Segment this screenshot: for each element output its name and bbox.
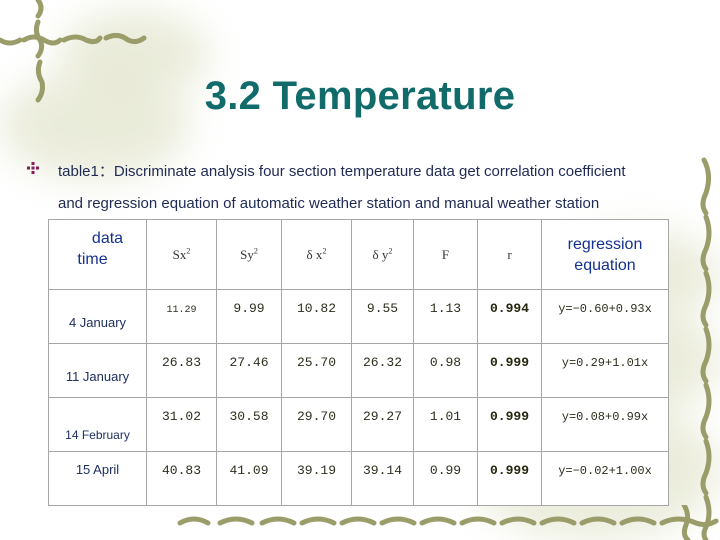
date-label: 4 January bbox=[68, 314, 127, 330]
value-r: 0.994 bbox=[489, 300, 529, 316]
value-dx2: 29.70 bbox=[296, 408, 336, 424]
value-f: 1.13 bbox=[429, 300, 462, 316]
value-dx2: 39.19 bbox=[296, 462, 336, 478]
regression-table: data time Sx2 Sy2 δ x2 δ y2 F r regressi… bbox=[48, 219, 669, 506]
table-row: 4 January 11.29 9.99 10.82 9.55 1.13 0.9… bbox=[48, 289, 669, 344]
header-dx2-label: δ x bbox=[306, 246, 323, 262]
value-sy2: 9.99 bbox=[233, 300, 265, 316]
table-caption-line-1: table1：Discriminate analysis four sectio… bbox=[58, 163, 626, 180]
header-dy2: δ y2 bbox=[351, 219, 414, 290]
cell-r: 0.999 bbox=[477, 397, 542, 452]
value-r: 0.999 bbox=[489, 408, 529, 424]
cell-f: 0.99 bbox=[413, 451, 478, 506]
value-equation: y=0.08+0.99x bbox=[561, 409, 649, 424]
header-dy2-superscript: 2 bbox=[388, 246, 393, 256]
value-sx2: 26.83 bbox=[161, 354, 201, 370]
cell-r: 0.994 bbox=[477, 289, 542, 344]
value-sy2: 27.46 bbox=[229, 354, 269, 370]
header-r: r bbox=[477, 219, 542, 290]
slide-title: 3.2 Temperature bbox=[204, 74, 516, 118]
value-sx2: 31.02 bbox=[161, 408, 201, 424]
date-label: 15 April bbox=[75, 461, 120, 477]
cell-sy2: 9.99 bbox=[216, 289, 282, 344]
cell-date: 14 February bbox=[48, 397, 147, 452]
cell-equation: y=0.08+0.99x bbox=[541, 397, 669, 452]
cell-date: 11 January bbox=[48, 343, 147, 398]
diamond-bullet-icon bbox=[27, 162, 39, 174]
cell-f: 0.98 bbox=[413, 343, 478, 398]
cell-sx2: 11.29 bbox=[146, 289, 217, 344]
table-caption-line-2: and regression equation of automatic wea… bbox=[58, 195, 600, 212]
cell-f: 1.01 bbox=[413, 397, 478, 452]
header-dy2-label: δ y bbox=[372, 246, 389, 262]
value-dy2: 29.27 bbox=[362, 408, 402, 424]
table-row: 15 April 40.83 41.09 39.19 39.14 0.99 0.… bbox=[48, 451, 669, 506]
header-r-label: r bbox=[507, 246, 512, 262]
cell-sy2: 27.46 bbox=[216, 343, 282, 398]
table-row: 14 February 31.02 30.58 29.70 29.27 1.01… bbox=[48, 397, 669, 452]
value-f: 1.01 bbox=[429, 408, 462, 424]
value-dy2: 39.14 bbox=[362, 462, 402, 478]
cell-r: 0.999 bbox=[477, 451, 542, 506]
value-r: 0.999 bbox=[489, 462, 529, 478]
value-sx2: 11.29 bbox=[166, 304, 197, 316]
value-f: 0.98 bbox=[429, 354, 462, 370]
header-dx2-superscript: 2 bbox=[322, 246, 327, 256]
header-data-time-line1: data bbox=[91, 229, 124, 247]
value-equation: y=−0.60+0.93x bbox=[558, 301, 652, 316]
value-r: 0.999 bbox=[489, 354, 529, 370]
value-f: 0.99 bbox=[429, 462, 462, 478]
cell-dx2: 39.19 bbox=[281, 451, 352, 506]
cell-dy2: 39.14 bbox=[351, 451, 414, 506]
value-dy2: 9.55 bbox=[366, 300, 399, 316]
cell-dx2: 10.82 bbox=[281, 289, 352, 344]
header-sx2: Sx2 bbox=[146, 219, 217, 290]
cell-dy2: 26.32 bbox=[351, 343, 414, 398]
header-sy2-superscript: 2 bbox=[253, 246, 258, 256]
header-f-label: F bbox=[441, 246, 450, 262]
cell-dx2: 25.70 bbox=[281, 343, 352, 398]
header-dx2: δ x2 bbox=[281, 219, 352, 290]
header-regression-equation: regression equation bbox=[541, 219, 669, 290]
cell-dy2: 29.27 bbox=[351, 397, 414, 452]
cell-sy2: 30.58 bbox=[216, 397, 282, 452]
header-regression-line1: regression bbox=[567, 235, 643, 253]
table-row: 11 January 26.83 27.46 25.70 26.32 0.98 … bbox=[48, 343, 669, 398]
header-sx2-superscript: 2 bbox=[186, 246, 191, 256]
date-label: 14 February bbox=[65, 427, 130, 442]
value-sx2: 40.83 bbox=[161, 462, 201, 478]
value-equation: y=−0.02+1.00x bbox=[558, 463, 652, 478]
header-sy2-label: Sy bbox=[240, 246, 254, 262]
cell-equation: y=−0.60+0.93x bbox=[541, 289, 669, 344]
value-equation: y=0.29+1.01x bbox=[561, 355, 649, 370]
header-sy2: Sy2 bbox=[216, 219, 282, 290]
cell-sx2: 31.02 bbox=[146, 397, 217, 452]
header-regression-line2: equation bbox=[574, 256, 636, 274]
value-sy2: 41.09 bbox=[229, 462, 269, 478]
date-label: 11 January bbox=[65, 368, 130, 384]
value-sy2: 30.58 bbox=[229, 408, 269, 424]
value-dx2: 10.82 bbox=[296, 300, 336, 316]
cell-dx2: 29.70 bbox=[281, 397, 352, 452]
cell-sy2: 41.09 bbox=[216, 451, 282, 506]
cell-r: 0.999 bbox=[477, 343, 542, 398]
header-f: F bbox=[413, 219, 478, 290]
header-data-time: data time bbox=[48, 219, 147, 290]
cell-sx2: 26.83 bbox=[146, 343, 217, 398]
vine-decoration-bottom bbox=[177, 505, 719, 540]
value-dy2: 26.32 bbox=[362, 354, 402, 370]
cell-dy2: 9.55 bbox=[351, 289, 414, 344]
header-sx2-label: Sx bbox=[172, 246, 187, 262]
cell-sx2: 40.83 bbox=[146, 451, 217, 506]
header-data-time-line2: time bbox=[77, 250, 108, 268]
cell-date: 4 January bbox=[48, 289, 147, 344]
value-dx2: 25.70 bbox=[296, 354, 336, 370]
cell-f: 1.13 bbox=[413, 289, 478, 344]
cell-date: 15 April bbox=[48, 451, 147, 506]
vine-decoration-right bbox=[700, 157, 712, 540]
table-header-row: data time Sx2 Sy2 δ x2 δ y2 F r regressi… bbox=[48, 219, 669, 290]
cell-equation: y=−0.02+1.00x bbox=[541, 451, 669, 506]
cell-equation: y=0.29+1.01x bbox=[541, 343, 669, 398]
